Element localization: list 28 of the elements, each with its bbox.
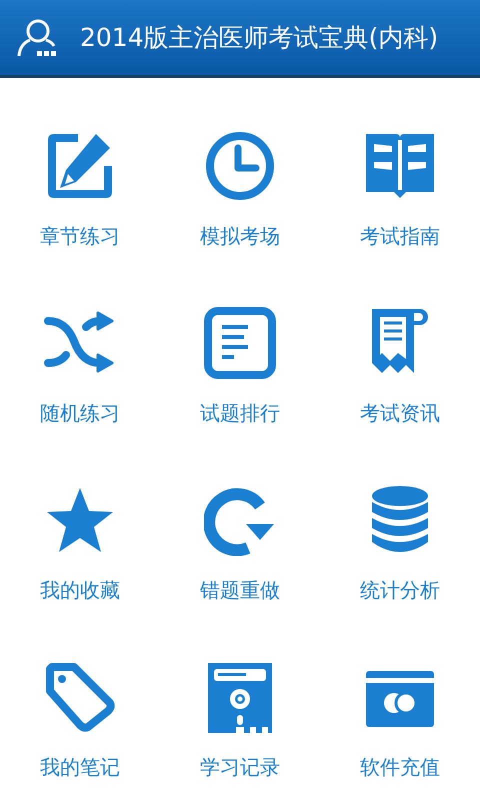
- document-icon: [204, 307, 276, 379]
- menu-label: 错题重做: [200, 578, 280, 602]
- menu-item[interactable]: 统计分析: [320, 484, 480, 661]
- menu-label: 考试指南: [360, 224, 440, 248]
- menu-item[interactable]: 试题排行: [160, 307, 320, 484]
- menu-item[interactable]: 章节练习: [0, 130, 160, 307]
- menu-label: 章节练习: [40, 224, 120, 248]
- menu-label: 模拟考场: [200, 224, 280, 248]
- app-title: 2014版主治医师考试宝典(内科): [80, 22, 438, 54]
- menu-item[interactable]: 错题重做: [160, 484, 320, 661]
- menu-item[interactable]: 随机练习: [0, 307, 160, 484]
- menu-label: 随机练习: [40, 401, 120, 425]
- menu-item[interactable]: 考试资讯: [320, 307, 480, 484]
- menu-label: 我的收藏: [40, 578, 120, 602]
- menu-item[interactable]: 考试指南: [320, 130, 480, 307]
- menu-item[interactable]: 学习记录: [160, 661, 320, 800]
- menu-item[interactable]: 模拟考场: [160, 130, 320, 307]
- menu-item[interactable]: 软件充值: [320, 661, 480, 800]
- menu-label: 统计分析: [360, 578, 440, 602]
- menu-label: 考试资讯: [360, 401, 440, 425]
- clock-icon: [204, 130, 276, 202]
- menu-label: 试题排行: [200, 401, 280, 425]
- menu-label: 软件充值: [360, 755, 440, 779]
- menu-item[interactable]: 我的笔记: [0, 661, 160, 800]
- menu-label: 我的笔记: [40, 755, 120, 779]
- menu-label: 学习记录: [200, 755, 280, 779]
- menu-item[interactable]: 我的收藏: [0, 484, 160, 661]
- tag-icon: [44, 661, 116, 733]
